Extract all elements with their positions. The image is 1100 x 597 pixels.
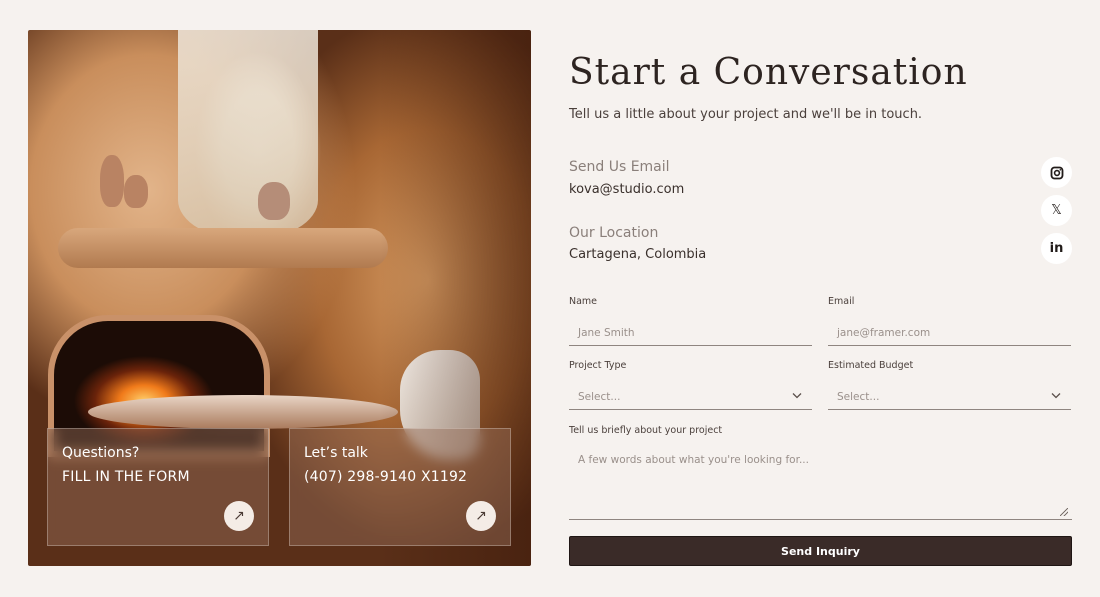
card-title: Questions? (62, 445, 140, 461)
resize-handle-icon[interactable] (1060, 508, 1068, 516)
email-placeholder: jane@framer.com (837, 327, 931, 339)
budget-select[interactable]: Select... (828, 384, 1071, 410)
message-placeholder: A few words about what you're looking fo… (578, 454, 809, 466)
location-label: Our Location (569, 225, 659, 241)
message-label: Tell us briefly about your project (569, 425, 723, 436)
email-link[interactable]: kova@studio.com (569, 182, 684, 197)
page-subtitle: Tell us a little about your project and … (569, 107, 923, 122)
location-value: Cartagena, Colombia (569, 247, 707, 262)
email-label: Send Us Email (569, 159, 670, 175)
hero-image: Questions? FILL IN THE FORM ↗ Let’s talk… (28, 30, 531, 566)
email-input[interactable]: jane@framer.com (828, 320, 1071, 346)
arrow-up-right-icon[interactable]: ↗ (224, 501, 254, 531)
project-type-label: Project Type (569, 360, 627, 371)
phone-number: (407) 298-9140 X1192 (304, 469, 468, 485)
budget-value: Select... (837, 391, 880, 403)
questions-card[interactable]: Questions? FILL IN THE FORM ↗ (47, 428, 269, 546)
card-title: Let’s talk (304, 445, 368, 461)
name-input[interactable]: Jane Smith (569, 320, 812, 346)
project-type-select[interactable]: Select... (569, 384, 812, 410)
project-type-value: Select... (578, 391, 621, 403)
budget-label: Estimated Budget (828, 360, 914, 371)
linkedin-icon[interactable]: in (1041, 233, 1072, 264)
message-textarea[interactable]: A few words about what you're looking fo… (569, 446, 1072, 520)
instagram-icon[interactable] (1041, 157, 1072, 188)
lets-talk-card[interactable]: Let’s talk (407) 298-9140 X1192 ↗ (289, 428, 511, 546)
page-title: Start a Conversation (569, 52, 968, 93)
send-inquiry-button[interactable]: Send Inquiry (569, 536, 1072, 566)
card-subtitle: FILL IN THE FORM (62, 469, 190, 485)
email-field-label: Email (828, 296, 855, 307)
chevron-down-icon (1051, 391, 1061, 402)
x-icon[interactable]: 𝕏 (1041, 195, 1072, 226)
chevron-down-icon (792, 391, 802, 402)
arrow-up-right-icon[interactable]: ↗ (466, 501, 496, 531)
name-placeholder: Jane Smith (578, 327, 635, 339)
name-label: Name (569, 296, 598, 307)
